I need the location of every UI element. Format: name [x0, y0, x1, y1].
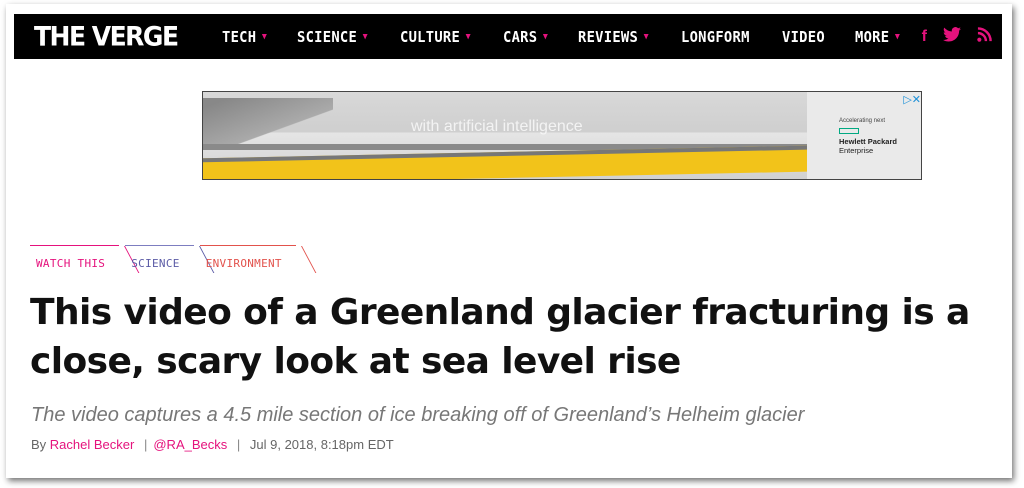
nav-menu: TECH ▼ SCIENCE ▼ CULTURE ▼ CARS ▼ REVIEWS ▼ L… [222, 14, 930, 59]
article-dek: The video captures a 4.5 mile section of… [31, 404, 805, 426]
site-logo[interactable]: THE VERGE [34, 21, 179, 51]
nav-item-label: REVIEWS [578, 27, 639, 46]
nav-item-label: LONGFORM [681, 27, 750, 46]
chevron-down-icon: ▼ [362, 31, 368, 42]
facebook-icon[interactable]: f [922, 28, 927, 46]
nav-item-label: MORE [854, 27, 889, 46]
nav-item-reviews[interactable]: REVIEWS ▼ [578, 28, 649, 46]
article-tags: WATCH THIS SCIENCE ENVIRONMENT [30, 245, 302, 271]
divider: | [143, 437, 148, 452]
nav-item-cars[interactable]: CARS ▼ [503, 28, 548, 46]
banner-ad[interactable]: with artificial intelligence Acceleratin… [202, 91, 922, 180]
nav-item-more[interactable]: MORE ▼ [855, 28, 900, 46]
chevron-down-icon: ▼ [261, 31, 268, 42]
author-twitter-link[interactable]: @RA_Becks [153, 437, 227, 452]
tag-environment[interactable]: ENVIRONMENT [199, 245, 296, 271]
ad-image: with artificial intelligence [203, 92, 813, 179]
publish-date: Jul 9, 2018, 8:18pm EDT [249, 437, 394, 452]
rss-icon[interactable] [977, 26, 992, 47]
nav-item-label: CARS [503, 27, 538, 46]
nav-item-label: CULTURE [400, 27, 461, 46]
nav-item-culture[interactable]: CULTURE ▼ [400, 28, 471, 46]
chevron-down-icon: ▼ [643, 31, 650, 42]
nav-item-label: VIDEO [781, 27, 825, 46]
ad-tagline: Accelerating next [839, 118, 886, 124]
nav-item-label: TECH [222, 27, 257, 46]
tag-science[interactable]: SCIENCE [125, 245, 194, 271]
twitter-icon[interactable] [943, 26, 961, 47]
ad-choices-close-icon[interactable]: ▷✕ [903, 93, 921, 106]
page-frame: THE VERGE TECH ▼ SCIENCE ▼ CULTURE ▼ CARS ▼ … [6, 4, 1012, 478]
tag-watch-this[interactable]: WATCH THIS [30, 245, 120, 271]
article-byline: By Rachel Becker | @RA_Becks | Jul 9, 201… [31, 437, 394, 452]
divider: | [236, 437, 241, 452]
chevron-down-icon: ▼ [543, 31, 549, 42]
top-nav: THE VERGE TECH ▼ SCIENCE ▼ CULTURE ▼ CARS ▼ … [14, 14, 1002, 59]
ad-brand-panel: Accelerating next Hewlett Packard Enterpr… [807, 92, 921, 179]
chevron-down-icon: ▼ [465, 31, 471, 42]
nav-item-science[interactable]: SCIENCE ▼ [297, 28, 368, 46]
nav-item-tech[interactable]: TECH ▼ [222, 28, 267, 46]
ad-brand-name: Hewlett Packard Enterprise [839, 137, 897, 155]
byline-prefix: By [31, 437, 47, 452]
author-link[interactable]: Rachel Becker [50, 437, 135, 452]
hpe-logo-icon [839, 128, 859, 134]
nav-item-label: SCIENCE [297, 27, 358, 46]
ad-overlay-text: with artificial intelligence [411, 118, 583, 135]
social-links: f [906, 14, 992, 59]
article-headline: This video of a Greenland glacier fractu… [30, 292, 970, 382]
nav-item-video[interactable]: VIDEO [782, 28, 825, 46]
nav-item-longform[interactable]: LONGFORM [681, 28, 750, 46]
chevron-down-icon: ▼ [894, 31, 900, 42]
